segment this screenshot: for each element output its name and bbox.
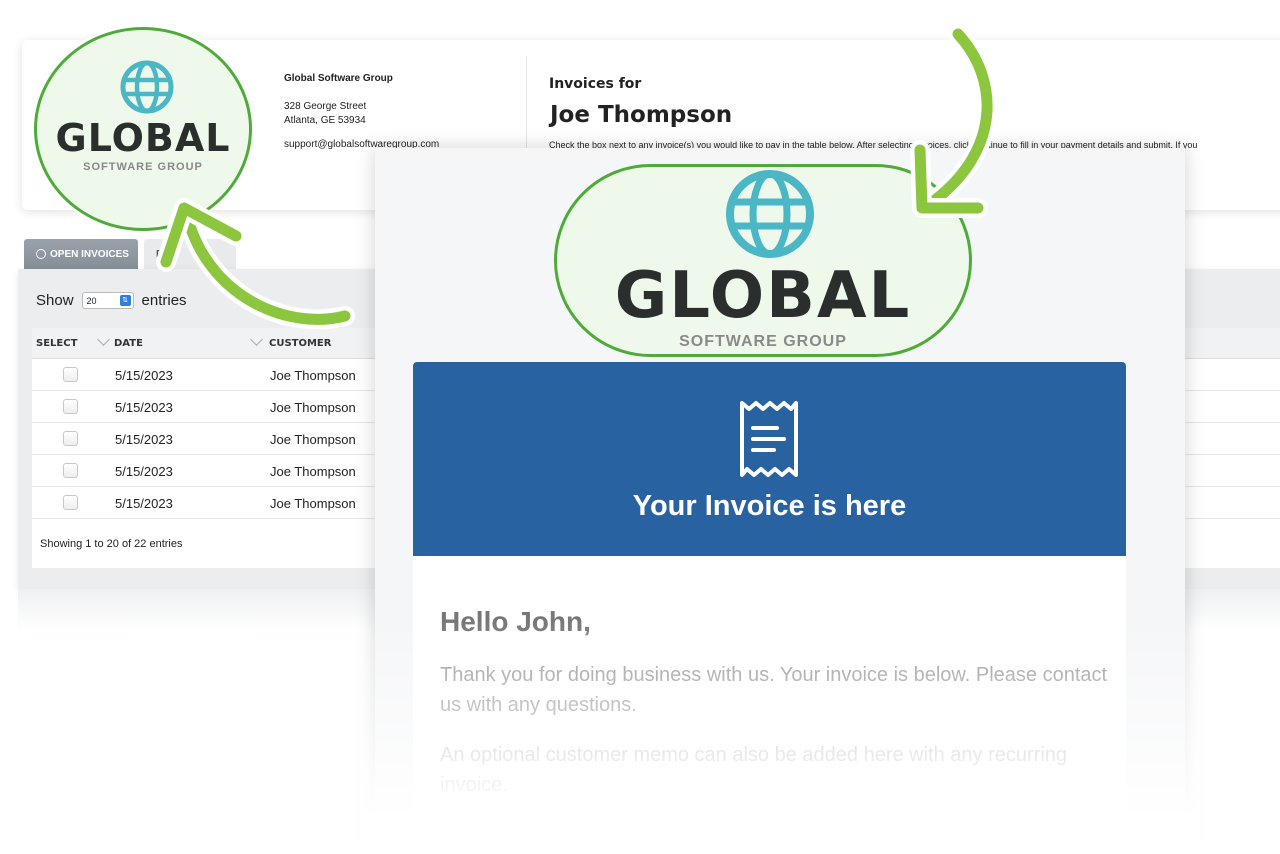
arrow-icon (156, 198, 355, 330)
arrow-icon (910, 24, 998, 218)
annotation-arrows (156, 24, 998, 330)
